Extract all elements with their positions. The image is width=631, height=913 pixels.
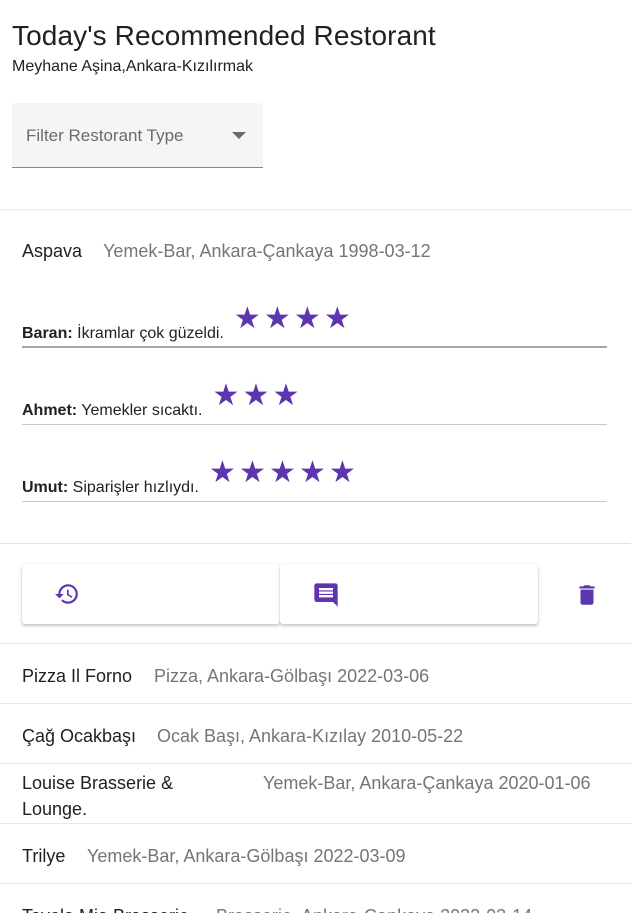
restaurant-meta: Brasserie, Ankara-Çankaya 2022-03-14 xyxy=(216,905,532,913)
restaurant-meta: Yemek-Bar, Ankara-Çankaya 1998-03-12 xyxy=(103,241,431,261)
restaurant-name: Pizza Il Forno xyxy=(22,666,133,686)
review-item: Umut: Siparişler hızlıydı. ★ ★ ★ ★ ★ xyxy=(22,442,607,502)
page-title: Today's Recommended Restorant xyxy=(12,20,436,51)
list-item[interactable]: Pizza Il Forno Pizza, Ankara-Gölbaşı 202… xyxy=(0,643,631,703)
restaurant-name: Tavola Mia Brasserie xyxy=(22,905,189,913)
delete-button[interactable] xyxy=(574,582,600,613)
restaurant-actions-bar xyxy=(0,544,631,642)
list-item[interactable]: Louise Brasserie & Lounge. Yemek-Bar, An… xyxy=(0,763,631,823)
star-icon: ★ xyxy=(212,379,240,412)
restaurant-meta: Yemek-Bar, Ankara-Çankaya 2020-01-06 xyxy=(263,773,591,793)
star-rating: ★ ★ ★ xyxy=(211,381,301,411)
star-icon: ★ xyxy=(238,456,266,489)
restaurant-meta: Yemek-Bar, Ankara-Gölbaşı 2022-03-09 xyxy=(87,846,406,866)
review-author: Ahmet: xyxy=(22,402,78,419)
arrow-drop-down-icon xyxy=(232,132,246,139)
restaurant-name: Aspava xyxy=(22,241,83,261)
review-text: İkramlar çok güzeldi. xyxy=(77,325,224,342)
expanded-restaurant-panel[interactable]: Aspava Yemek-Bar, Ankara-Çankaya 1998-03… xyxy=(0,210,631,544)
star-rating: ★ ★ ★ ★ ★ xyxy=(207,458,357,488)
review-item: Baran: İkramlar çok güzeldi. ★ ★ ★ ★ xyxy=(22,288,607,348)
review-divider xyxy=(22,501,607,502)
comment-icon xyxy=(314,583,338,607)
page-header: Today's Recommended Restorant Meyhane Aş… xyxy=(12,18,436,77)
star-icon: ★ xyxy=(242,379,270,412)
star-rating: ★ ★ ★ ★ xyxy=(232,304,352,334)
review-divider xyxy=(22,346,607,348)
star-icon: ★ xyxy=(268,456,296,489)
comment-button[interactable] xyxy=(280,564,538,624)
page-subtitle: Meyhane Aşina,Ankara-Kızılırmak xyxy=(12,58,253,75)
star-icon: ★ xyxy=(323,302,351,335)
review-author: Baran: xyxy=(22,325,73,342)
restaurant-name: Trilye xyxy=(22,846,66,866)
review-item: Ahmet: Yemekler sıcaktı. ★ ★ ★ xyxy=(22,365,607,425)
review-author: Umut: xyxy=(22,479,69,496)
expanded-restaurant-header: Aspava Yemek-Bar, Ankara-Çankaya 1998-03… xyxy=(22,240,431,262)
restaurant-meta: Pizza, Ankara-Gölbaşı 2022-03-06 xyxy=(154,666,430,686)
restaurant-meta: Ocak Başı, Ankara-Kızılay 2010-05-22 xyxy=(157,726,464,746)
restaurant-type-filter-select[interactable]: Filter Restorant Type xyxy=(12,103,263,168)
list-item[interactable]: Çağ Ocakbaşı Ocak Başı, Ankara-Kızılay 2… xyxy=(0,703,631,763)
history-button[interactable] xyxy=(22,564,280,624)
restaurant-name: Louise Brasserie & Lounge. xyxy=(22,773,174,819)
restaurant-name: Çağ Ocakbaşı xyxy=(22,726,137,746)
star-icon: ★ xyxy=(263,302,291,335)
review-text: Siparişler hızlıydı. xyxy=(72,479,199,496)
trash-icon xyxy=(579,585,595,605)
star-icon: ★ xyxy=(298,456,326,489)
filter-label: Filter Restorant Type xyxy=(26,126,184,145)
star-icon: ★ xyxy=(328,456,356,489)
star-icon: ★ xyxy=(208,456,236,489)
star-icon: ★ xyxy=(233,302,261,335)
star-icon: ★ xyxy=(293,302,321,335)
review-divider xyxy=(22,424,607,425)
list-item[interactable]: Tavola Mia Brasserie Brasserie, Ankara-Ç… xyxy=(0,883,631,913)
review-text: Yemekler sıcaktı. xyxy=(81,402,203,419)
list-item[interactable]: Trilye Yemek-Bar, Ankara-Gölbaşı 2022-03… xyxy=(0,823,631,883)
star-icon: ★ xyxy=(272,379,300,412)
history-icon xyxy=(55,584,78,604)
